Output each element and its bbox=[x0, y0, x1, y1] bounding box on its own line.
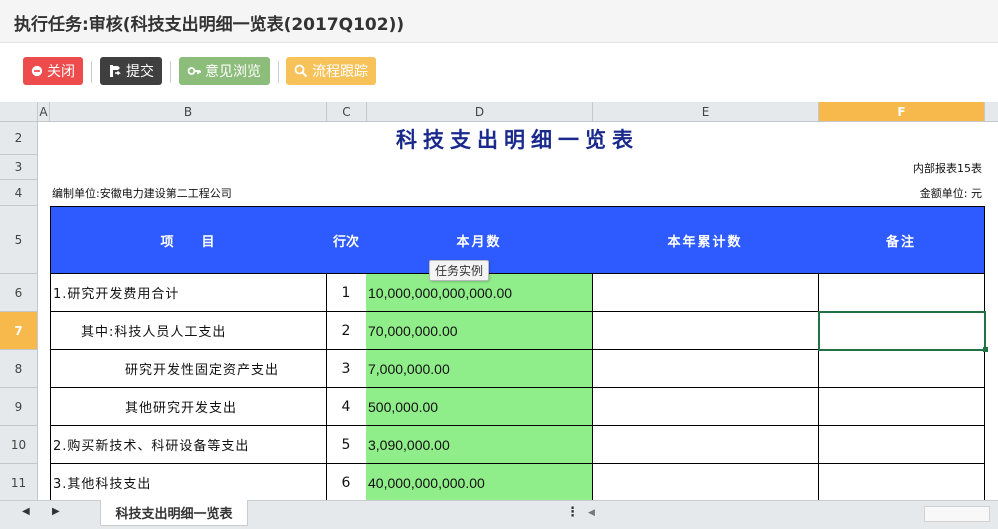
line-no-cell[interactable]: 3 bbox=[326, 350, 367, 388]
remark-cell[interactable] bbox=[818, 274, 985, 312]
row-header-8[interactable]: 8 bbox=[0, 350, 38, 388]
toolbar-divider bbox=[91, 61, 92, 83]
report-number[interactable]: 内部报表15表 bbox=[800, 155, 982, 180]
corner-header[interactable] bbox=[0, 102, 38, 122]
scroll-tabs-left-button[interactable]: ◀ bbox=[22, 506, 30, 517]
item-cell[interactable]: 其他研究开发支出 bbox=[50, 388, 327, 426]
line-no-cell[interactable]: 1 bbox=[326, 274, 367, 312]
item-cell[interactable]: 2.购买新技术、科研设备等支出 bbox=[50, 426, 327, 464]
sheet-tab-bar: ◀ ▶ 科技支出明细一览表 ⋮ ◀ bbox=[0, 500, 998, 529]
row-header-11[interactable]: 11 bbox=[0, 464, 38, 500]
toolbar-divider bbox=[278, 61, 279, 83]
column-header-e[interactable]: E bbox=[593, 102, 819, 122]
flow-trace-label: 流程跟踪 bbox=[312, 64, 368, 80]
report-title[interactable]: 科技支出明细一览表 bbox=[50, 122, 985, 155]
horizontal-scrollbar-thumb[interactable] bbox=[924, 506, 990, 522]
this-month-cell[interactable]: 7,000,000.00 bbox=[366, 350, 593, 388]
row-header-6[interactable]: 6 bbox=[0, 274, 38, 312]
header-item[interactable]: 项 目 bbox=[50, 206, 327, 274]
submit-button-label: 提交 bbox=[126, 64, 154, 80]
fill-handle[interactable] bbox=[983, 347, 988, 352]
currency-unit[interactable]: 金额单位: 元 bbox=[800, 180, 982, 206]
window-title: 执行任务:审核(科技支出明细一览表(2017Q102)) bbox=[14, 15, 405, 35]
row-header-10[interactable]: 10 bbox=[0, 426, 38, 464]
item-cell[interactable]: 其中:科技人员人工支出 bbox=[50, 312, 327, 350]
this-month-cell[interactable]: 70,000,000.00 bbox=[366, 312, 593, 350]
year-to-date-cell[interactable] bbox=[592, 426, 819, 464]
scroll-tabs-right-button[interactable]: ▶ bbox=[52, 506, 60, 517]
column-header-filler bbox=[985, 102, 998, 122]
column-header-a[interactable]: A bbox=[38, 102, 50, 122]
task-instance-tooltip: 任务实例 bbox=[429, 260, 490, 281]
sheet-tab[interactable]: 科技支出明细一览表 bbox=[100, 500, 248, 526]
year-to-date-cell[interactable] bbox=[592, 464, 819, 500]
line-no-cell[interactable]: 5 bbox=[326, 426, 367, 464]
row-header-9[interactable]: 9 bbox=[0, 388, 38, 426]
opinion-browse-label: 意见浏览 bbox=[205, 64, 261, 80]
minus-circle-icon bbox=[31, 65, 43, 77]
item-cell[interactable]: 研究开发性固定资产支出 bbox=[50, 350, 327, 388]
submit-button[interactable]: 提交 bbox=[100, 57, 162, 85]
spreadsheet[interactable]: A B C D E F 2 3 4 5 6 7 8 9 10 11 科技支出明细… bbox=[0, 102, 998, 500]
flow-trace-button[interactable]: 流程跟踪 bbox=[286, 57, 376, 85]
row-header-5[interactable]: 5 bbox=[0, 206, 38, 274]
close-button-label: 关闭 bbox=[47, 64, 75, 80]
opinion-browse-button[interactable]: 意见浏览 bbox=[179, 57, 270, 85]
year-to-date-cell[interactable] bbox=[592, 350, 819, 388]
compiling-unit[interactable]: 编制单位:安徽电力建设第二工程公司 bbox=[52, 180, 552, 206]
remark-cell[interactable] bbox=[818, 426, 985, 464]
header-year-to-date[interactable]: 本年累计数 bbox=[592, 206, 819, 274]
year-to-date-cell[interactable] bbox=[592, 274, 819, 312]
submit-icon bbox=[110, 65, 121, 77]
tab-splitter-handle[interactable]: ⋮ bbox=[566, 505, 579, 520]
remark-cell[interactable] bbox=[818, 464, 985, 500]
item-cell[interactable]: 1.研究开发费用合计 bbox=[50, 274, 327, 312]
line-no-cell[interactable]: 6 bbox=[326, 464, 367, 500]
search-icon bbox=[294, 64, 308, 78]
toolbar-divider bbox=[170, 61, 171, 83]
this-month-cell[interactable]: 3,090,000.00 bbox=[366, 426, 593, 464]
header-line-no[interactable]: 行次 bbox=[326, 206, 367, 274]
column-header-c[interactable]: C bbox=[327, 102, 367, 122]
remark-cell[interactable] bbox=[818, 350, 985, 388]
line-no-cell[interactable]: 4 bbox=[326, 388, 367, 426]
column-header-d[interactable]: D bbox=[367, 102, 593, 122]
item-cell[interactable]: 3.其他科技支出 bbox=[50, 464, 327, 500]
title-bar: 执行任务:审核(科技支出明细一览表(2017Q102)) bbox=[0, 0, 998, 43]
line-no-cell[interactable]: 2 bbox=[326, 312, 367, 350]
scroll-left-button[interactable]: ◀ bbox=[588, 508, 595, 518]
header-remark[interactable]: 备注 bbox=[818, 206, 985, 274]
column-header-f[interactable]: F bbox=[819, 102, 985, 122]
toolbar: 关闭 提交 意见浏览 流程跟踪 bbox=[0, 43, 998, 101]
selected-cell-f7[interactable] bbox=[818, 311, 986, 351]
year-to-date-cell[interactable] bbox=[592, 312, 819, 350]
row-header-2[interactable]: 2 bbox=[0, 122, 38, 155]
row-header-7[interactable]: 7 bbox=[0, 312, 38, 350]
this-month-cell[interactable]: 40,000,000,000.00 bbox=[366, 464, 593, 500]
row-header-4[interactable]: 4 bbox=[0, 180, 38, 206]
key-icon bbox=[187, 67, 201, 75]
row-header-3[interactable]: 3 bbox=[0, 155, 38, 180]
column-header-b[interactable]: B bbox=[50, 102, 327, 122]
close-button[interactable]: 关闭 bbox=[23, 57, 83, 85]
year-to-date-cell[interactable] bbox=[592, 388, 819, 426]
this-month-cell[interactable]: 500,000.00 bbox=[366, 388, 593, 426]
remark-cell[interactable] bbox=[818, 388, 985, 426]
